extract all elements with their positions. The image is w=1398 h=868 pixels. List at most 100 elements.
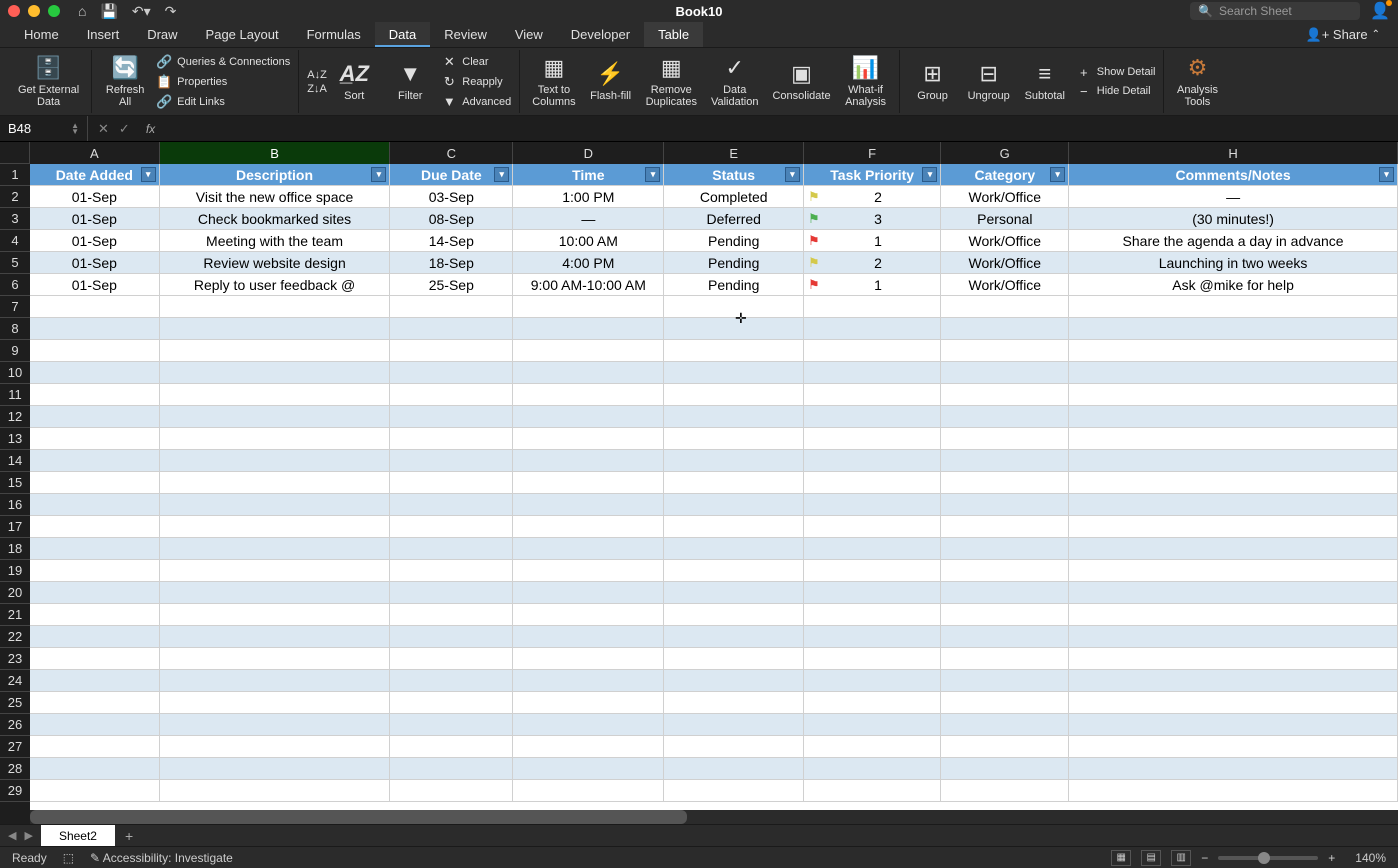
cell[interactable] bbox=[664, 648, 803, 670]
cell[interactable] bbox=[390, 296, 513, 318]
cell[interactable] bbox=[160, 670, 391, 692]
cell[interactable]: 9:00 AM-10:00 AM bbox=[513, 274, 664, 296]
cell[interactable] bbox=[513, 670, 664, 692]
cell[interactable] bbox=[390, 406, 513, 428]
cell[interactable] bbox=[804, 670, 942, 692]
row-header-22[interactable]: 22 bbox=[0, 626, 30, 648]
cell[interactable] bbox=[30, 516, 160, 538]
cell[interactable] bbox=[30, 582, 160, 604]
cell[interactable] bbox=[513, 318, 664, 340]
accept-formula-icon[interactable]: ✓ bbox=[119, 121, 130, 137]
sheet-prev-icon[interactable]: ◀ bbox=[8, 829, 16, 842]
row-header-10[interactable]: 10 bbox=[0, 362, 30, 384]
tab-review[interactable]: Review bbox=[430, 22, 501, 47]
cell[interactable] bbox=[30, 406, 160, 428]
cell[interactable] bbox=[941, 538, 1069, 560]
cell[interactable] bbox=[390, 758, 513, 780]
normal-view-button[interactable]: ▦ bbox=[1111, 850, 1131, 866]
cell[interactable] bbox=[664, 428, 803, 450]
cell[interactable] bbox=[804, 516, 942, 538]
row-header-3[interactable]: 3 bbox=[0, 208, 30, 230]
cell[interactable] bbox=[664, 714, 803, 736]
cell[interactable] bbox=[160, 296, 391, 318]
table-header-description[interactable]: Description▾ bbox=[160, 164, 391, 186]
row-header-24[interactable]: 24 bbox=[0, 670, 30, 692]
name-box[interactable]: B48▲▼ bbox=[0, 116, 88, 141]
cell[interactable]: Check bookmarked sites bbox=[160, 208, 391, 230]
cell[interactable] bbox=[664, 318, 803, 340]
row-header-5[interactable]: 5 bbox=[0, 252, 30, 274]
cell[interactable] bbox=[941, 428, 1069, 450]
cell[interactable] bbox=[1069, 472, 1398, 494]
table-header-status[interactable]: Status▾ bbox=[664, 164, 803, 186]
cell[interactable] bbox=[1069, 318, 1398, 340]
cell[interactable]: 01-Sep bbox=[30, 186, 160, 208]
cell[interactable]: 01-Sep bbox=[30, 274, 160, 296]
row-header-20[interactable]: 20 bbox=[0, 582, 30, 604]
cell[interactable]: Work/Office bbox=[941, 186, 1069, 208]
filter-dropdown-icon[interactable]: ▾ bbox=[922, 167, 937, 182]
cell[interactable] bbox=[664, 604, 803, 626]
cell[interactable] bbox=[30, 318, 160, 340]
redo-icon[interactable]: ↷ bbox=[165, 3, 177, 20]
maximize-window-button[interactable] bbox=[48, 5, 60, 17]
cell[interactable] bbox=[1069, 648, 1398, 670]
tab-table[interactable]: Table bbox=[644, 22, 703, 47]
cell[interactable] bbox=[390, 384, 513, 406]
cell[interactable] bbox=[664, 560, 803, 582]
cell[interactable]: Deferred bbox=[664, 208, 803, 230]
macro-record-icon[interactable]: ⬚ bbox=[63, 851, 74, 865]
row-header-21[interactable]: 21 bbox=[0, 604, 30, 626]
sort-asc-button[interactable]: A↓Z bbox=[307, 69, 323, 81]
cell[interactable] bbox=[160, 626, 391, 648]
cell[interactable] bbox=[664, 780, 803, 802]
cell[interactable] bbox=[664, 758, 803, 780]
cell[interactable]: 25-Sep bbox=[390, 274, 513, 296]
cell[interactable] bbox=[390, 560, 513, 582]
cell[interactable] bbox=[160, 428, 391, 450]
home-icon[interactable]: ⌂ bbox=[78, 3, 86, 20]
consolidate-button[interactable]: ▣Consolidate bbox=[768, 59, 834, 104]
cell[interactable] bbox=[1069, 384, 1398, 406]
data-validation-button[interactable]: ✓Data Validation bbox=[707, 53, 763, 110]
tab-insert[interactable]: Insert bbox=[73, 22, 134, 47]
cell[interactable] bbox=[513, 450, 664, 472]
cell[interactable] bbox=[804, 758, 942, 780]
row-header-18[interactable]: 18 bbox=[0, 538, 30, 560]
cell[interactable] bbox=[390, 516, 513, 538]
cell[interactable] bbox=[941, 296, 1069, 318]
cell[interactable] bbox=[30, 362, 160, 384]
cell[interactable]: 18-Sep bbox=[390, 252, 513, 274]
cell[interactable] bbox=[30, 736, 160, 758]
cell[interactable] bbox=[1069, 428, 1398, 450]
table-header-date-added[interactable]: Date Added▾ bbox=[30, 164, 160, 186]
cell[interactable] bbox=[1069, 758, 1398, 780]
cell[interactable] bbox=[390, 428, 513, 450]
cell[interactable] bbox=[160, 758, 391, 780]
table-header-comments-notes[interactable]: Comments/Notes▾ bbox=[1069, 164, 1398, 186]
cell[interactable] bbox=[160, 340, 391, 362]
cell[interactable] bbox=[390, 450, 513, 472]
cell[interactable] bbox=[160, 648, 391, 670]
cell[interactable] bbox=[1069, 780, 1398, 802]
close-window-button[interactable] bbox=[8, 5, 20, 17]
row-header-6[interactable]: 6 bbox=[0, 274, 30, 296]
table-header-time[interactable]: Time▾ bbox=[513, 164, 664, 186]
cell[interactable]: Work/Office bbox=[941, 252, 1069, 274]
row-header-7[interactable]: 7 bbox=[0, 296, 30, 318]
cell[interactable] bbox=[160, 516, 391, 538]
zoom-slider[interactable] bbox=[1218, 856, 1318, 860]
properties-button[interactable]: 📋Properties bbox=[156, 74, 290, 90]
cell[interactable] bbox=[30, 714, 160, 736]
table-header-task-priority[interactable]: Task Priority▾ bbox=[804, 164, 942, 186]
cell[interactable] bbox=[390, 670, 513, 692]
cell[interactable] bbox=[1069, 340, 1398, 362]
cell[interactable] bbox=[30, 472, 160, 494]
cell[interactable] bbox=[513, 604, 664, 626]
cell[interactable]: 01-Sep bbox=[30, 252, 160, 274]
row-header-1[interactable]: 1 bbox=[0, 164, 30, 186]
horizontal-scrollbar[interactable] bbox=[30, 810, 1398, 824]
cell[interactable] bbox=[30, 780, 160, 802]
cell[interactable] bbox=[30, 296, 160, 318]
cell[interactable] bbox=[513, 538, 664, 560]
